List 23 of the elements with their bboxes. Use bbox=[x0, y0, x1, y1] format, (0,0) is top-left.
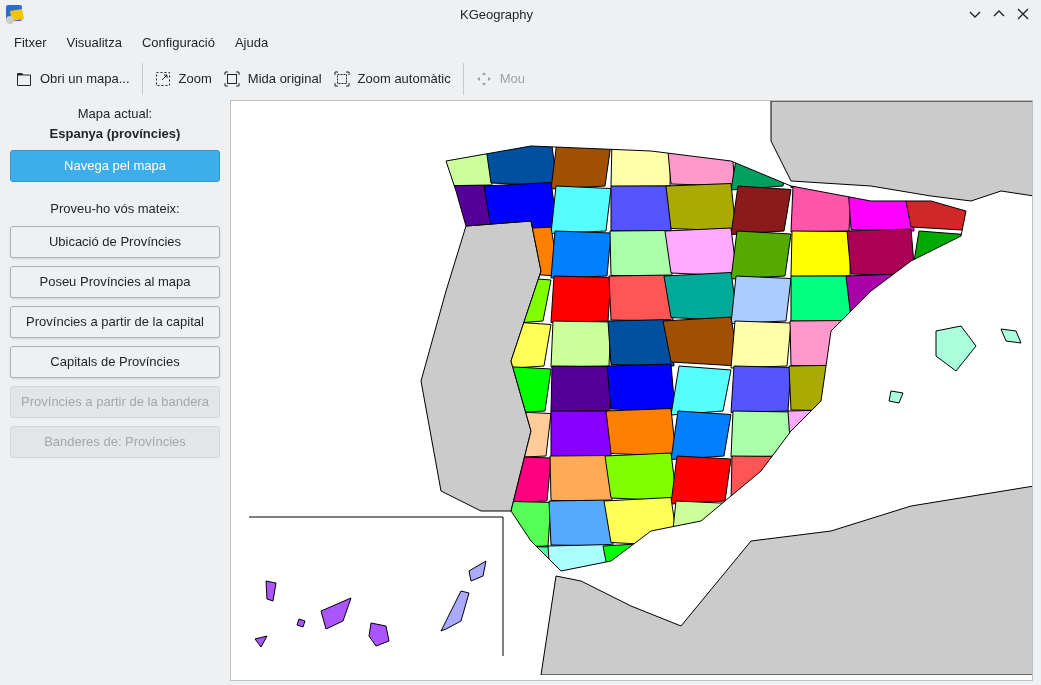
quiz-button[interactable]: Províncies a partir de la capital bbox=[10, 305, 220, 338]
fit-icon bbox=[333, 71, 350, 87]
app-logo-icon bbox=[4, 3, 26, 25]
zoom-icon bbox=[154, 71, 171, 87]
toolbar-button[interactable]: Zoom bbox=[148, 63, 218, 95]
menu-item[interactable]: Ajuda bbox=[224, 29, 279, 57]
quiz-button[interactable]: Ubicació de Províncies bbox=[10, 225, 220, 258]
move-icon bbox=[475, 71, 492, 87]
folder-icon bbox=[16, 71, 32, 87]
quiz-heading: Proveu-ho vós mateix: bbox=[49, 200, 181, 218]
toolbar-button[interactable]: Mida original bbox=[217, 63, 328, 95]
menu-item[interactable]: Configuració bbox=[131, 29, 225, 57]
window-title: KGeography bbox=[460, 6, 533, 24]
current-map-name: Espanya (províncies) bbox=[48, 124, 182, 143]
current-map-label: Mapa actual: bbox=[76, 105, 154, 123]
toolbar-button[interactable]: Zoom automàtic bbox=[327, 63, 457, 95]
quiz-button[interactable]: Capitals de Províncies bbox=[10, 345, 220, 378]
menu-item[interactable]: Fitxer bbox=[4, 29, 57, 57]
close-icon[interactable] bbox=[1017, 8, 1029, 20]
toolbar-button[interactable]: Obri un mapa... bbox=[10, 63, 136, 95]
quiz-button[interactable]: Poseu Províncies al mapa bbox=[10, 265, 220, 298]
frame-icon bbox=[223, 71, 240, 87]
menu-item[interactable]: Visualitza bbox=[56, 29, 132, 57]
